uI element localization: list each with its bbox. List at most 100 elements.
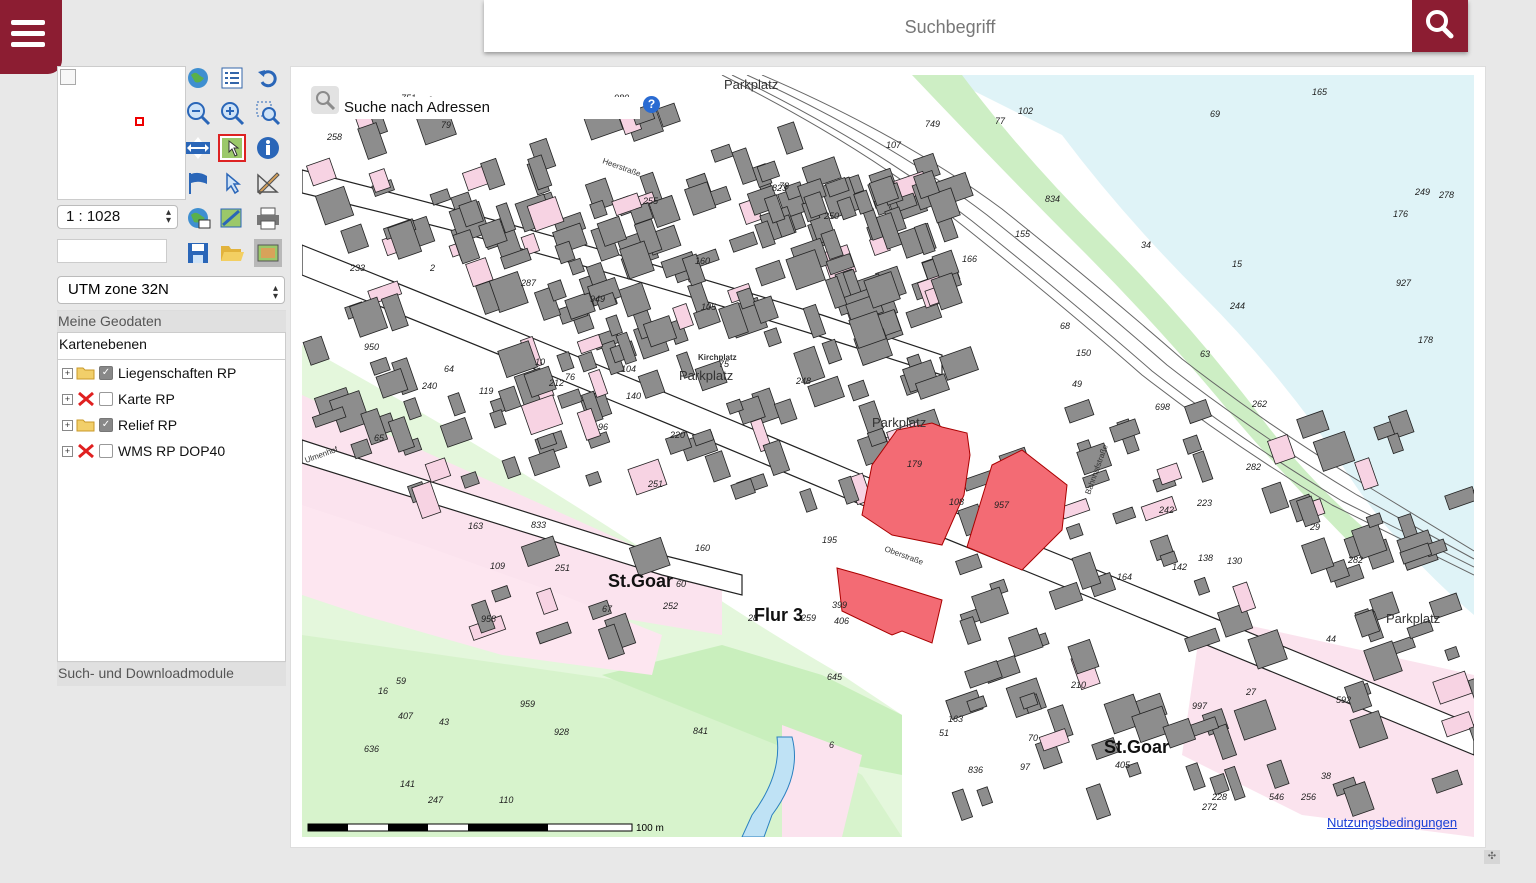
parcel-number: 220 <box>669 430 685 440</box>
parcel-number: 38 <box>1321 771 1331 781</box>
layer-item[interactable]: + WMS RP DOP40 <box>62 441 225 461</box>
parcel-number: 242 <box>1158 505 1174 515</box>
parcel-number: 546 <box>1269 792 1284 802</box>
parcel-number: 950 <box>364 342 379 352</box>
parcel-number: 77 <box>995 116 1006 126</box>
folder-icon <box>76 419 95 432</box>
expand-icon[interactable]: + <box>62 367 73 379</box>
parcel-number: 163 <box>468 521 483 531</box>
parcel-number: 27 <box>1245 687 1257 697</box>
address-search-icon[interactable] <box>311 86 339 114</box>
address-search-input[interactable]: Suche nach Adressen <box>340 97 640 119</box>
place-label: Parkplatz <box>679 368 733 383</box>
print-icon[interactable] <box>254 204 282 232</box>
scale-value: 1 : 1028 <box>66 208 121 225</box>
layer-item[interactable]: + ✓ Relief RP <box>62 415 177 435</box>
flag-icon[interactable] <box>184 169 212 197</box>
zoom-box-icon[interactable] <box>254 99 282 127</box>
undo-icon[interactable] <box>254 64 282 92</box>
parcel-number: 65 <box>374 433 385 443</box>
select-feature-icon[interactable] <box>218 134 246 162</box>
zoom-out-icon[interactable] <box>184 99 212 127</box>
overview-extent-marker <box>135 117 144 126</box>
my-geodata-header[interactable]: Meine Geodaten <box>57 310 286 332</box>
pan-icon[interactable] <box>184 134 212 162</box>
layer-checkbox[interactable]: ✓ <box>99 418 113 432</box>
map-edit-icon[interactable] <box>218 204 246 232</box>
expand-icon[interactable]: + <box>62 393 73 405</box>
parcel-number: 108 <box>949 497 964 507</box>
parcel-number: 160 <box>695 256 710 266</box>
parcel-number: 76 <box>565 372 575 382</box>
pointer-icon[interactable] <box>218 169 246 197</box>
parcel-number: 252 <box>662 601 678 611</box>
parcel-number: 68 <box>1060 321 1070 331</box>
parcel-number: 406 <box>834 616 849 626</box>
image-icon[interactable] <box>254 239 282 267</box>
parcel-number: 244 <box>1229 301 1245 311</box>
terms-link[interactable]: Nutzungsbedingungen <box>1327 815 1457 830</box>
parcel-number: 34 <box>1141 240 1151 250</box>
parcel-number: 150 <box>1076 348 1091 358</box>
parcel-number: 958 <box>481 614 496 624</box>
parcel-number: 405 <box>1115 760 1131 770</box>
unavailable-x-icon <box>78 443 94 459</box>
parcel-number: 140 <box>626 391 641 401</box>
select-arrows-icon: ▴ ▾ <box>272 283 278 302</box>
parcel-number: 256 <box>1300 792 1316 802</box>
zoom-in-icon[interactable] <box>218 99 246 127</box>
parcel-number: 287 <box>520 278 537 288</box>
parcel-number: 841 <box>693 726 708 736</box>
expand-icon[interactable]: + <box>62 419 73 431</box>
parcel-number: 258 <box>326 132 342 142</box>
layer-panel-title[interactable]: Kartenebenen <box>58 333 285 360</box>
parcel-number: 164 <box>1117 572 1132 582</box>
search-input[interactable] <box>484 0 1416 54</box>
parcel-number: 64 <box>444 364 454 374</box>
menu-button[interactable] <box>0 0 62 74</box>
parcel-number: 228 <box>1211 792 1227 802</box>
parcel-number: 833 <box>531 520 546 530</box>
cadastral-map[interactable]: 1952122582232562552592512526982627492532… <box>302 75 1474 837</box>
search-download-header[interactable]: Such- und Downloadmodule <box>57 662 286 686</box>
crs-select[interactable]: UTM zone 32N ▴ ▾ <box>57 276 285 304</box>
layer-checkbox[interactable] <box>99 444 113 458</box>
layer-item[interactable]: + Karte RP <box>62 389 175 409</box>
layer-item[interactable]: + ✓ Liegenschaften RP <box>62 363 236 383</box>
folder-icon <box>76 367 95 380</box>
layer-checkbox[interactable]: ✓ <box>99 366 113 380</box>
parcel-number: 29 <box>1309 522 1320 532</box>
help-icon[interactable]: ? <box>643 96 660 113</box>
resize-handle-icon[interactable]: ✣ <box>1484 850 1500 864</box>
globe-icon[interactable] <box>184 64 212 92</box>
coordinate-icon[interactable] <box>184 204 212 232</box>
overview-map[interactable] <box>57 66 186 200</box>
parcel-number: 109 <box>490 561 505 571</box>
layer-checkbox[interactable] <box>99 392 113 406</box>
parcel-number: 282 <box>1347 555 1363 565</box>
search-button[interactable] <box>1412 0 1468 52</box>
parcel-number: 104 <box>621 364 636 374</box>
expand-icon[interactable]: + <box>62 445 73 457</box>
crs-value: UTM zone 32N <box>68 281 169 298</box>
coordinate-input[interactable] <box>57 239 167 263</box>
parcel-number: 105 <box>701 302 717 312</box>
parcel-number: 16 <box>378 686 388 696</box>
layer-list-icon[interactable] <box>218 64 246 92</box>
parcel-number: 278 <box>1438 190 1454 200</box>
save-icon[interactable] <box>184 239 212 267</box>
info-icon[interactable] <box>254 134 282 162</box>
parcel-number: 163 <box>948 714 963 724</box>
search-bar <box>484 0 1468 54</box>
parcel-number: 233 <box>349 263 365 273</box>
open-folder-icon[interactable] <box>218 239 246 267</box>
parcel-number: 592 <box>1336 695 1351 705</box>
parcel-number: 636 <box>364 744 379 754</box>
place-label: Parkplatz <box>1386 611 1440 626</box>
scale-select[interactable]: 1 : 1028 ▴ ▾ <box>57 205 178 229</box>
measure-icon[interactable] <box>254 169 282 197</box>
street-label: Kirchplatz <box>698 353 737 362</box>
map-canvas[interactable]: 1952122582232562552592512526982627492532… <box>302 75 1474 837</box>
parcel-number: 102 <box>1018 106 1033 116</box>
parcel-number: 399 <box>832 600 847 610</box>
